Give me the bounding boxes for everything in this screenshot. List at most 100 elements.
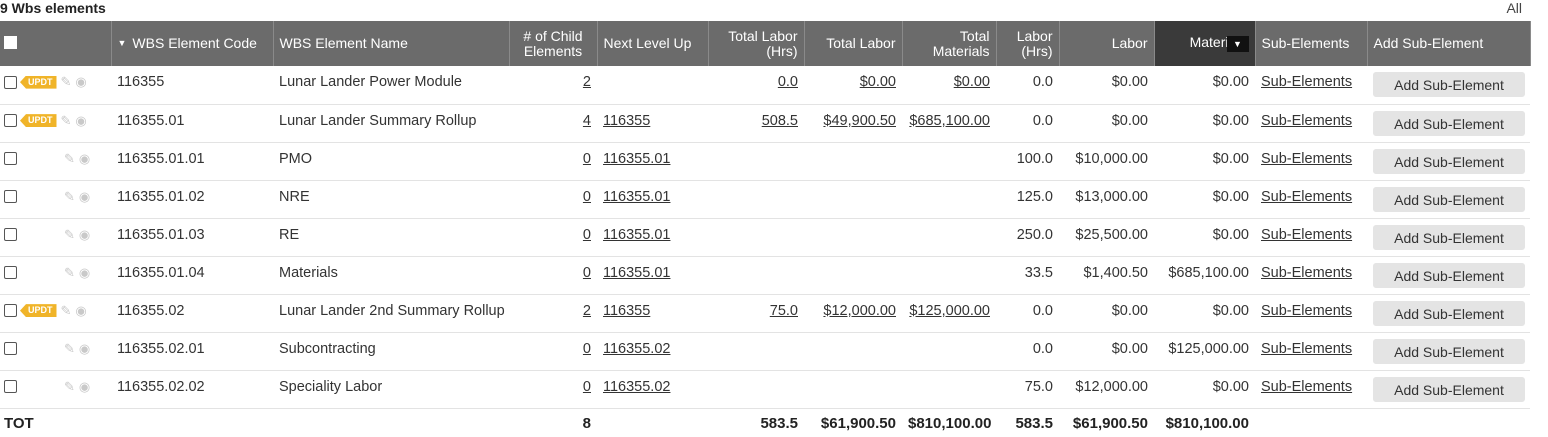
pencil-icon[interactable]: ✎ bbox=[64, 151, 75, 167]
row-checkbox[interactable] bbox=[4, 114, 17, 128]
total-materials-cell bbox=[902, 332, 996, 370]
next-level-cell-link[interactable]: 116355.01 bbox=[603, 265, 670, 281]
child-count-cell-link[interactable]: 0 bbox=[583, 227, 591, 243]
row-checkbox[interactable] bbox=[4, 266, 17, 280]
eye-icon[interactable]: ◉ bbox=[79, 341, 90, 357]
total-labor-cell-link[interactable]: $12,000.00 bbox=[823, 303, 896, 319]
pencil-icon[interactable]: ✎ bbox=[61, 113, 72, 129]
col-header-total-labor-hrs[interactable]: Total Labor (Hrs) bbox=[708, 21, 805, 66]
col-header-next-level[interactable]: Next Level Up bbox=[597, 21, 709, 66]
sub-elements-link[interactable]: Sub-Elements bbox=[1261, 151, 1352, 167]
next-level-cell-link[interactable]: 116355.02 bbox=[603, 341, 670, 357]
row-checkbox[interactable] bbox=[4, 342, 17, 356]
pencil-icon[interactable]: ✎ bbox=[64, 189, 75, 205]
total-labor-hrs-cell: 0.0 bbox=[708, 66, 804, 104]
sort-desc-icon[interactable]: ▼ bbox=[118, 36, 127, 51]
select-all-header[interactable] bbox=[0, 21, 112, 66]
col-header-labor-hrs[interactable]: Labor (Hrs) bbox=[996, 21, 1060, 66]
child-count-cell-link[interactable]: 2 bbox=[583, 74, 591, 90]
sub-elements-link[interactable]: Sub-Elements bbox=[1261, 341, 1352, 357]
row-checkbox[interactable] bbox=[4, 228, 17, 242]
labor-hrs-cell: 0.0 bbox=[1032, 340, 1053, 357]
total-materials-cell-link[interactable]: $685,100.00 bbox=[909, 113, 990, 129]
labor-cell: $0.00 bbox=[1111, 302, 1148, 319]
eye-icon[interactable]: ◉ bbox=[79, 379, 90, 395]
col-header-name[interactable]: WBS Element Name bbox=[273, 21, 510, 66]
pencil-icon[interactable]: ✎ bbox=[61, 74, 72, 90]
col-header-materials[interactable]: Materi ▼ bbox=[1154, 21, 1256, 66]
eye-icon[interactable]: ◉ bbox=[79, 189, 90, 205]
col-header-labor[interactable]: Labor bbox=[1059, 21, 1155, 66]
col-header-child[interactable]: # of Child Elements bbox=[509, 21, 598, 66]
pencil-icon[interactable]: ✎ bbox=[64, 265, 75, 281]
col-header-sub-elements[interactable]: Sub-Elements bbox=[1255, 21, 1368, 66]
total-materials-cell-link[interactable]: $125,000.00 bbox=[909, 303, 990, 319]
sub-elements-link[interactable]: Sub-Elements bbox=[1261, 74, 1352, 90]
add-sub-element-button[interactable]: Add Sub-Element bbox=[1373, 338, 1525, 364]
col-header-add-sub[interactable]: Add Sub-Element bbox=[1367, 21, 1531, 66]
child-count-cell-link[interactable]: 4 bbox=[583, 113, 591, 129]
total-labor-hrs-cell-link[interactable]: 0.0 bbox=[778, 74, 798, 90]
name-cell: Lunar Lander Power Module bbox=[279, 74, 462, 90]
column-menu-icon[interactable]: ▼ bbox=[1226, 35, 1249, 52]
add-sub-element-button[interactable]: Add Sub-Element bbox=[1373, 110, 1525, 136]
sub-elements-link[interactable]: Sub-Elements bbox=[1261, 113, 1352, 129]
total-labor-cell-link[interactable]: $0.00 bbox=[860, 74, 896, 90]
next-level-cell-link[interactable]: 116355 bbox=[603, 113, 650, 129]
add-sub-element-button[interactable]: Add Sub-Element bbox=[1373, 148, 1525, 174]
row-checkbox[interactable] bbox=[4, 75, 17, 89]
child-count-cell-link[interactable]: 0 bbox=[583, 265, 591, 281]
add-sub-cell: Add Sub-Element bbox=[1367, 180, 1530, 218]
row-checkbox[interactable] bbox=[4, 304, 17, 318]
add-sub-element-button[interactable]: Add Sub-Element bbox=[1373, 262, 1525, 288]
total-labor-cell-link[interactable]: $49,900.50 bbox=[823, 113, 896, 129]
row-checkbox[interactable] bbox=[4, 190, 17, 204]
add-sub-element-button[interactable]: Add Sub-Element bbox=[1373, 224, 1525, 250]
total-materials-cell-link[interactable]: $0.00 bbox=[954, 74, 990, 90]
child-count-cell-link[interactable]: 2 bbox=[583, 303, 591, 319]
all-link[interactable]: All bbox=[1506, 0, 1522, 16]
total-labor-hrs-cell bbox=[708, 218, 804, 256]
sub-elements-link[interactable]: Sub-Elements bbox=[1261, 303, 1352, 319]
total-labor-hrs-cell-link[interactable]: 75.0 bbox=[770, 303, 798, 319]
pencil-icon[interactable]: ✎ bbox=[61, 303, 72, 319]
add-sub-element-button[interactable]: Add Sub-Element bbox=[1373, 300, 1525, 326]
col-header-total-labor[interactable]: Total Labor bbox=[804, 21, 903, 66]
total-labor-cell bbox=[804, 332, 902, 370]
sub-elements-link[interactable]: Sub-Elements bbox=[1261, 265, 1352, 281]
materials-cell: $0.00 bbox=[1212, 112, 1249, 129]
add-sub-element-button[interactable]: Add Sub-Element bbox=[1373, 186, 1525, 212]
select-all-checkbox[interactable] bbox=[4, 35, 17, 49]
eye-icon[interactable]: ◉ bbox=[75, 113, 86, 129]
row-checkbox[interactable] bbox=[4, 152, 17, 166]
next-level-cell-link[interactable]: 116355 bbox=[603, 303, 650, 319]
col-header-code[interactable]: ▼ WBS Element Code bbox=[111, 21, 274, 66]
eye-icon[interactable]: ◉ bbox=[75, 74, 86, 90]
eye-icon[interactable]: ◉ bbox=[79, 151, 90, 167]
add-sub-element-button[interactable]: Add Sub-Element bbox=[1373, 376, 1525, 402]
child-count-cell: 2 bbox=[509, 294, 597, 332]
row-select-cell: ✎ ◉ bbox=[0, 218, 111, 256]
pencil-icon[interactable]: ✎ bbox=[64, 379, 75, 395]
next-level-cell-link[interactable]: 116355.01 bbox=[603, 189, 670, 205]
child-count-cell-link[interactable]: 0 bbox=[583, 341, 591, 357]
next-level-cell-link[interactable]: 116355.01 bbox=[603, 227, 670, 243]
child-count-cell-link[interactable]: 0 bbox=[583, 151, 591, 167]
col-header-total-materials[interactable]: Total Materials bbox=[902, 21, 997, 66]
child-count-cell-link[interactable]: 0 bbox=[583, 379, 591, 395]
next-level-cell-link[interactable]: 116355.02 bbox=[603, 379, 670, 395]
pencil-icon[interactable]: ✎ bbox=[64, 341, 75, 357]
sub-elements-link[interactable]: Sub-Elements bbox=[1261, 189, 1352, 205]
labor-hrs-cell: 75.0 bbox=[1024, 378, 1053, 395]
eye-icon[interactable]: ◉ bbox=[79, 227, 90, 243]
add-sub-element-button[interactable]: Add Sub-Element bbox=[1373, 72, 1525, 97]
sub-elements-link[interactable]: Sub-Elements bbox=[1261, 379, 1352, 395]
row-checkbox[interactable] bbox=[4, 380, 17, 394]
eye-icon[interactable]: ◉ bbox=[79, 265, 90, 281]
next-level-cell-link[interactable]: 116355.01 bbox=[603, 151, 670, 167]
eye-icon[interactable]: ◉ bbox=[75, 303, 86, 319]
sub-elements-link[interactable]: Sub-Elements bbox=[1261, 227, 1352, 243]
pencil-icon[interactable]: ✎ bbox=[64, 227, 75, 243]
child-count-cell-link[interactable]: 0 bbox=[583, 189, 591, 205]
total-labor-hrs-cell-link[interactable]: 508.5 bbox=[762, 113, 798, 129]
